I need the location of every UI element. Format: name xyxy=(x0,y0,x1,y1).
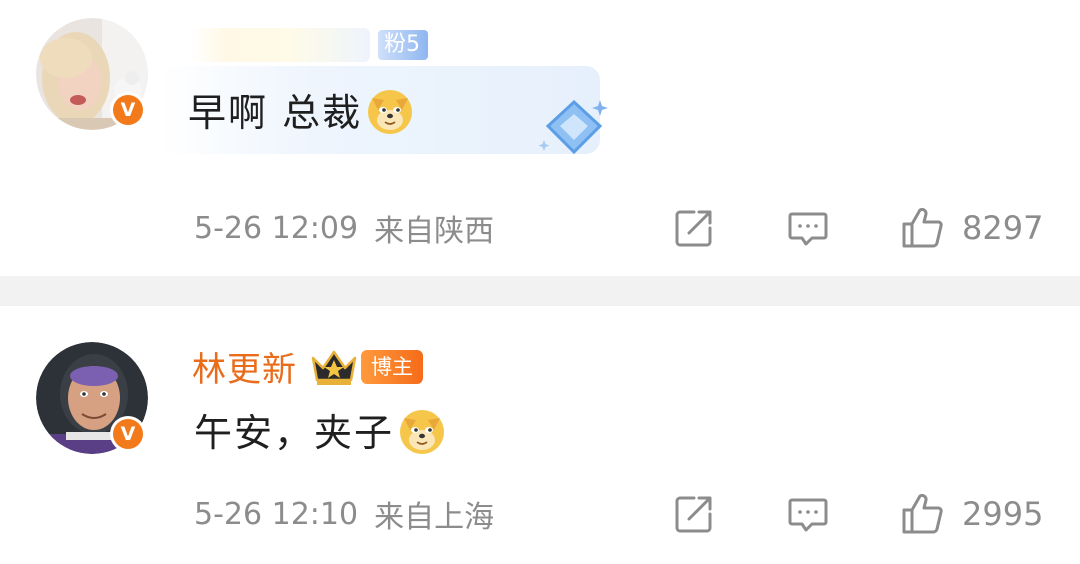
comment-item: V 粉5 早啊 总裁 5-26 12:09 来自陕西 8297 xyxy=(0,0,1080,276)
comment-time: 5-26 12:09 xyxy=(194,210,359,246)
crown-icon xyxy=(311,350,357,385)
reply-button[interactable] xyxy=(786,492,830,536)
blogger-badge[interactable]: 博主 xyxy=(361,349,423,384)
doge-emoji-icon xyxy=(400,409,445,454)
avatar[interactable]: V xyxy=(36,18,148,130)
comment-time: 5-26 12:10 xyxy=(194,496,359,532)
comment-text: 午安，夹子 xyxy=(194,411,395,455)
comment-body: 早啊 总裁 xyxy=(188,82,416,137)
share-icon xyxy=(675,496,712,533)
like-icon xyxy=(902,207,943,248)
reply-button[interactable] xyxy=(786,206,830,250)
fan-badge[interactable]: 粉5 xyxy=(378,30,428,60)
comment-actions: 2995 xyxy=(672,492,1043,536)
comment-text: 早啊 总裁 xyxy=(188,91,363,135)
comment-list: V 粉5 早啊 总裁 5-26 12:09 来自陕西 8297 V 林更新 博主… xyxy=(0,0,1080,564)
diamond-icon xyxy=(538,99,608,155)
reply-icon xyxy=(788,212,828,246)
share-button[interactable] xyxy=(672,492,716,536)
like-button[interactable] xyxy=(900,206,944,250)
reply-icon xyxy=(788,498,828,532)
comment-body: 午安，夹子 xyxy=(194,402,448,457)
like-icon xyxy=(902,493,943,534)
comment-item: V 林更新 博主 午安，夹子 5-26 12:10 来自上海 2995 xyxy=(0,306,1080,564)
doge-emoji-icon xyxy=(368,89,413,134)
verified-badge: V xyxy=(110,416,146,452)
comment-actions: 8297 xyxy=(672,206,1043,250)
like-count: 8297 xyxy=(962,209,1044,247)
comment-location: 来自上海 xyxy=(374,500,495,535)
username-blurred[interactable] xyxy=(190,28,370,62)
avatar[interactable]: V xyxy=(36,342,148,454)
comment-header: 粉5 xyxy=(190,28,428,62)
verified-badge: V xyxy=(110,92,146,128)
share-button[interactable] xyxy=(672,206,716,250)
comment-divider xyxy=(0,276,1080,306)
comment-location: 来自陕西 xyxy=(374,214,495,249)
share-icon xyxy=(675,210,712,247)
comment-header: 林更新 博主 xyxy=(192,342,423,391)
username[interactable]: 林更新 xyxy=(192,342,297,391)
like-button[interactable] xyxy=(900,492,944,536)
like-count: 2995 xyxy=(962,495,1044,533)
